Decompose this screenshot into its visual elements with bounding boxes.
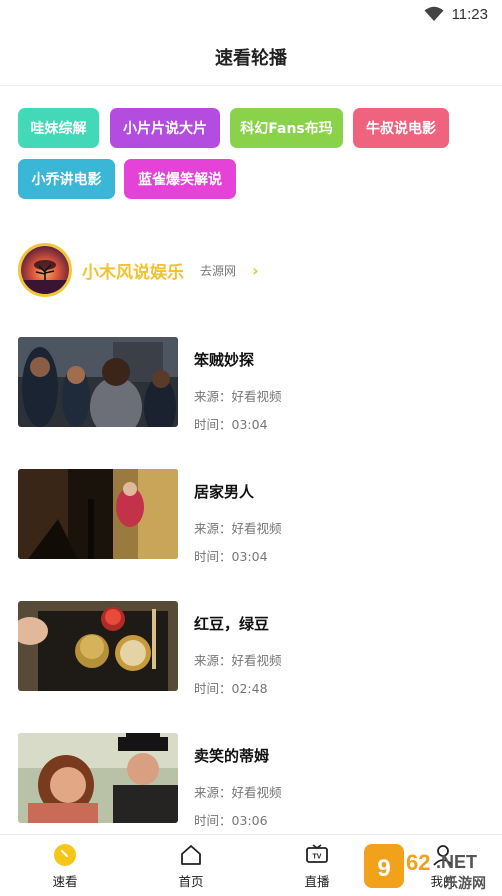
video-duration: 时间：03:04 bbox=[194, 549, 268, 564]
video-thumbnail[interactable] bbox=[18, 337, 178, 427]
video-meta: 居家男人 来源：好看视频 时间：03:04 bbox=[194, 469, 282, 564]
tab-live[interactable]: TV 直播 bbox=[267, 835, 367, 896]
tag-button[interactable]: 小乔讲电影 bbox=[18, 159, 115, 199]
video-title[interactable]: 居家男人 bbox=[194, 481, 282, 502]
tab-label: 首页 bbox=[178, 874, 204, 889]
video-meta: 卖笑的蒂姆 来源：好看视频 时间：03:06 bbox=[194, 733, 282, 828]
video-source: 来源：好看视频 bbox=[194, 389, 282, 404]
svg-text:TV: TV bbox=[313, 854, 322, 861]
svg-text:.NET: .NET bbox=[436, 852, 477, 872]
video-item[interactable]: 居家男人 来源：好看视频 时间：03:04 bbox=[18, 469, 484, 564]
video-thumbnail[interactable] bbox=[18, 601, 178, 691]
source-link[interactable]: 去源网 bbox=[200, 262, 236, 279]
video-item[interactable]: 卖笑的蒂姆 来源：好看视频 时间：03:06 bbox=[18, 733, 484, 828]
tag-button[interactable]: 哇妹综解 bbox=[18, 108, 99, 148]
sunset-tree-image bbox=[21, 246, 69, 294]
video-item[interactable]: 笨贼妙探 来源：好看视频 时间：03:04 bbox=[18, 337, 484, 432]
video-title[interactable]: 卖笑的蒂姆 bbox=[194, 745, 282, 766]
tab-label: 速看 bbox=[52, 874, 78, 889]
video-title[interactable]: 笨贼妙探 bbox=[194, 349, 282, 370]
video-source: 来源：好看视频 bbox=[194, 521, 282, 536]
channel-avatar bbox=[18, 243, 72, 297]
video-duration: 时间：03:06 bbox=[194, 813, 268, 828]
tv-icon: TV bbox=[304, 842, 330, 868]
tab-label: 直播 bbox=[304, 874, 330, 889]
video-meta: 笨贼妙探 来源：好看视频 时间：03:04 bbox=[194, 337, 282, 432]
video-thumbnail[interactable] bbox=[18, 469, 178, 559]
svg-text:9: 9 bbox=[377, 855, 390, 882]
tab-home[interactable]: 首页 bbox=[141, 835, 241, 896]
video-duration: 时间：02:48 bbox=[194, 681, 268, 696]
channel-row[interactable]: 小木风说娱乐 去源网 › bbox=[18, 242, 484, 298]
video-source: 来源：好看视频 bbox=[194, 785, 282, 800]
video-item[interactable]: 红豆，绿豆 来源：好看视频 时间：02:48 bbox=[18, 601, 484, 696]
video-meta: 红豆，绿豆 来源：好看视频 时间：02:48 bbox=[194, 601, 282, 696]
svg-text:乐游网: 乐游网 bbox=[444, 875, 486, 892]
page-title: 速看轮播 bbox=[215, 47, 287, 69]
watermark-logo: 9 62 .NET 乐游网 bbox=[362, 840, 500, 892]
video-source: 来源：好看视频 bbox=[194, 653, 282, 668]
tag-button[interactable]: 小片片说大片 bbox=[110, 108, 220, 148]
video-title[interactable]: 红豆，绿豆 bbox=[194, 613, 282, 634]
status-bar: 11:23 bbox=[0, 0, 502, 28]
home-icon bbox=[178, 842, 204, 868]
channel-name[interactable]: 小木风说娱乐 bbox=[82, 258, 184, 283]
tag-button[interactable]: 科幻Fans布玛 bbox=[230, 108, 343, 148]
wifi-icon bbox=[424, 6, 444, 21]
chevron-right-icon[interactable]: › bbox=[252, 261, 259, 280]
tag-button[interactable]: 牛叔说电影 bbox=[353, 108, 449, 148]
svg-text:62: 62 bbox=[406, 850, 430, 875]
tab-speed[interactable]: 速看 bbox=[15, 835, 115, 896]
app-header: 速看轮播 bbox=[0, 28, 502, 86]
clock: 11:23 bbox=[451, 5, 488, 23]
speed-icon bbox=[52, 842, 78, 868]
video-duration: 时间：03:04 bbox=[194, 417, 268, 432]
tag-button[interactable]: 蓝雀爆笑解说 bbox=[124, 159, 236, 199]
video-thumbnail[interactable] bbox=[18, 733, 178, 823]
